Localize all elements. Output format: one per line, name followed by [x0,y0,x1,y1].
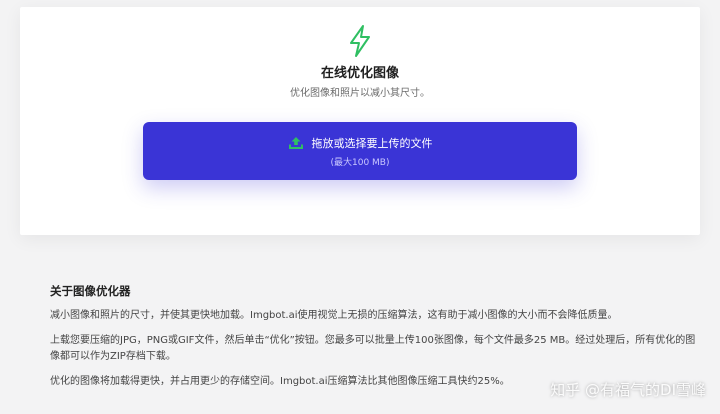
page-subtitle: 优化图像和照片以减小其尺寸。 [290,88,430,99]
about-paragraph-2: 上载您要压缩的JPG，PNG或GIF文件，然后单击“优化”按钮。您最多可以批量上… [50,335,696,362]
upload-icon [288,137,303,149]
upload-row: 拖放或选择要上传的文件 [143,135,577,151]
upload-size-limit: (最大100 MB) [330,158,390,168]
watermark: 知乎 @有福气的DI雪峰 [550,379,706,400]
watermark-text: 知乎 @有福气的DI雪峰 [550,381,706,399]
upload-label: 拖放或选择要上传的文件 [311,137,433,150]
about-heading: 关于图像优化器 [50,284,131,298]
about-paragraph-1: 减小图像和照片的尺寸，并使其更快地加载。Imgbot.ai使用视觉上无损的压缩算… [50,310,618,321]
page-title: 在线优化图像 [320,66,399,81]
upload-dropzone-button[interactable]: 拖放或选择要上传的文件 (最大100 MB) [143,122,577,180]
lightning-bolt-icon [350,25,370,57]
